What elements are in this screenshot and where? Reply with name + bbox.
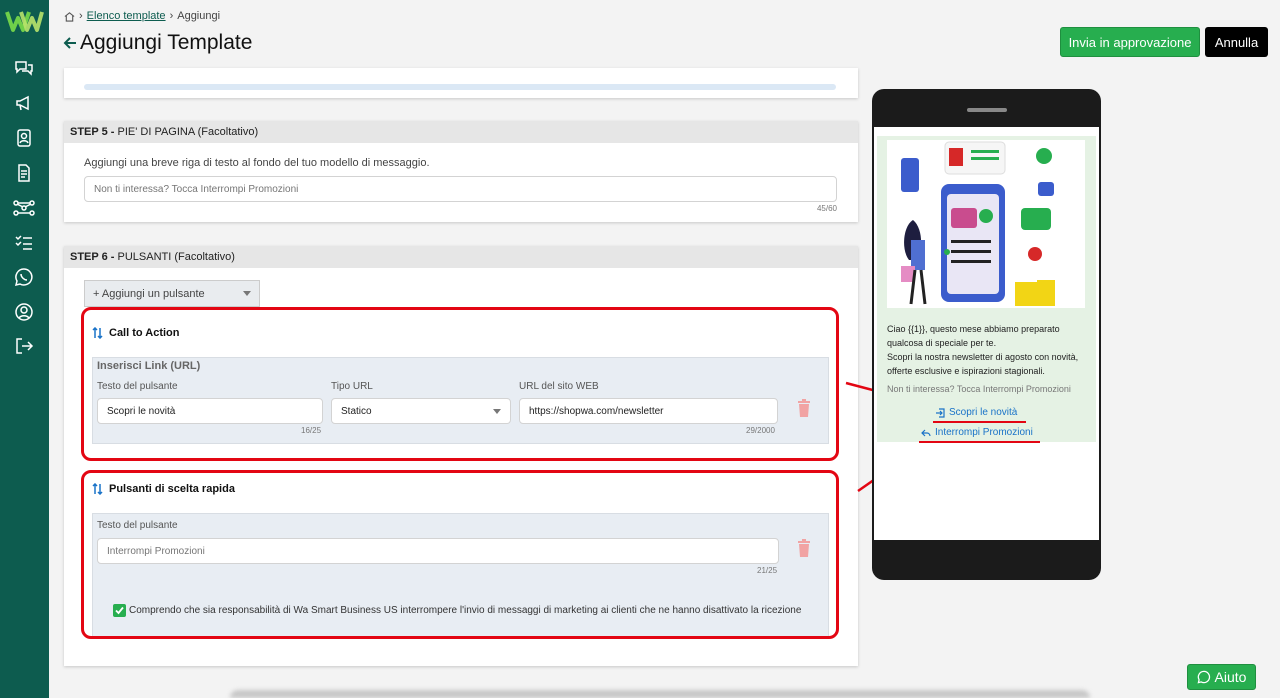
- phone-preview: Ciao {{1}}, questo mese abbiamo preparat…: [872, 89, 1101, 580]
- chevron-right-icon: ›: [79, 10, 83, 22]
- url-type-select[interactable]: Statico: [331, 398, 511, 424]
- document-icon[interactable]: [12, 161, 36, 185]
- trash-icon[interactable]: [797, 399, 811, 417]
- bottom-shadow: [230, 690, 1090, 698]
- reply-icon: [921, 429, 931, 436]
- preview-quick-reply-label: Interrompi Promozioni: [935, 427, 1033, 438]
- quick-reply-text-label: Testo del pulsante: [97, 520, 178, 531]
- website-url-input[interactable]: [519, 398, 778, 424]
- step6-header: STEP 6 - PULSANTI (Facoltativo): [64, 246, 858, 268]
- preview-cta-label: Scopri le novità: [949, 407, 1018, 418]
- preview-footer: Non ti interessa? Tocca Interrompi Promo…: [887, 384, 1071, 394]
- breadcrumb: › Elenco template › Aggiungi: [64, 10, 220, 22]
- url-type-value: Statico: [341, 405, 372, 417]
- message-bubble: Ciao {{1}}, questo mese abbiamo preparat…: [877, 136, 1096, 443]
- quick-reply-underline: [919, 441, 1040, 443]
- step6-number: STEP 6 -: [70, 251, 115, 263]
- sort-arrows-icon[interactable]: [92, 483, 103, 495]
- phone-screen: Ciao {{1}}, questo mese abbiamo preparat…: [874, 127, 1099, 540]
- step5-number: STEP 5 -: [70, 126, 115, 138]
- page-title-text: Aggiungi Template: [80, 31, 253, 54]
- sidebar: [0, 0, 49, 698]
- previous-step-card: [64, 68, 858, 98]
- check-icon: [115, 606, 124, 615]
- footer-input[interactable]: [84, 176, 837, 202]
- submit-approval-button[interactable]: Invia in approvazione: [1060, 27, 1200, 57]
- step5-hint: Aggiungi una breve riga di testo al fond…: [84, 157, 430, 169]
- sort-arrows-icon[interactable]: [92, 327, 103, 339]
- consent-text: Comprendo che sia responsabilità di Wa S…: [129, 605, 802, 616]
- step5-title: PIE' DI PAGINA (Facoltativo): [117, 126, 259, 138]
- contacts-icon[interactable]: [12, 126, 36, 150]
- step6-title: PULSANTI (Facoltativo): [117, 251, 235, 263]
- url-type-label: Tipo URL: [331, 381, 373, 392]
- step5-footer-card: STEP 5 - PIE' DI PAGINA (Facoltativo) Ag…: [64, 121, 858, 222]
- cta-text-label: Testo del pulsante: [97, 381, 178, 392]
- logout-icon[interactable]: [12, 334, 36, 358]
- quick-reply-panel: Testo del pulsante 21/25 Comprendo che s…: [92, 513, 829, 638]
- url-counter: 29/2000: [746, 426, 775, 435]
- cta-title: Call to Action: [109, 327, 180, 339]
- breadcrumb-link-templates[interactable]: Elenco template: [87, 10, 166, 22]
- page-title: Aggiungi Template: [62, 31, 252, 55]
- step6-buttons-card: STEP 6 - PULSANTI (Facoltativo) + Aggiun…: [64, 246, 858, 666]
- cta-text-input[interactable]: [97, 398, 323, 424]
- help-label: Aiuto: [1214, 669, 1247, 685]
- add-button-label: + Aggiungi un pulsante: [93, 287, 205, 300]
- flow-icon[interactable]: [12, 196, 36, 220]
- quick-reply-counter: 21/25: [757, 566, 778, 575]
- consent-checkbox[interactable]: [113, 604, 126, 617]
- quick-reply-title: Pulsanti di scelta rapida: [109, 483, 235, 495]
- wa-logo[interactable]: [4, 6, 44, 36]
- quick-reply-section-title: Pulsanti di scelta rapida: [92, 483, 235, 495]
- cta-underline: [933, 421, 1026, 423]
- cta-section-title: Call to Action: [92, 327, 179, 339]
- whatsapp-icon[interactable]: [12, 265, 36, 289]
- back-arrow-icon[interactable]: [62, 35, 78, 51]
- chevron-right-icon: ›: [169, 10, 174, 22]
- newsletter-illustration: [887, 140, 1085, 308]
- phone-speaker: [967, 108, 1007, 112]
- trash-icon[interactable]: [797, 539, 811, 557]
- home-icon[interactable]: [64, 11, 75, 22]
- footer-counter: 45/60: [816, 204, 837, 213]
- preview-cta-button[interactable]: Scopri le novità: [935, 407, 1017, 418]
- preview-message: Ciao {{1}}, questo mese abbiamo preparat…: [887, 324, 1079, 376]
- caret-down-icon: [493, 408, 501, 414]
- website-url-label: URL del sito WEB: [519, 381, 599, 392]
- external-link-icon: [936, 407, 945, 418]
- megaphone-icon[interactable]: [12, 91, 36, 115]
- step5-header: STEP 5 - PIE' DI PAGINA (Facoltativo): [64, 121, 858, 143]
- cta-link-panel: Inserisci Link (URL) Testo del pulsante …: [92, 357, 829, 444]
- quick-reply-input[interactable]: [97, 538, 779, 564]
- cta-panel-title: Inserisci Link (URL): [97, 360, 201, 372]
- help-button[interactable]: Aiuto: [1187, 664, 1256, 690]
- add-button-dropdown[interactable]: + Aggiungi un pulsante: [84, 280, 260, 307]
- user-icon[interactable]: [12, 300, 36, 324]
- caret-down-icon: [243, 291, 251, 296]
- breadcrumb-current: Aggiungi: [177, 10, 221, 22]
- previous-step-bar: [84, 84, 836, 90]
- preview-quick-reply-button[interactable]: Interrompi Promozioni: [921, 427, 1033, 438]
- cta-text-counter: 16/25: [301, 426, 322, 435]
- chat-icon[interactable]: [12, 56, 36, 80]
- cancel-button[interactable]: Annulla: [1205, 27, 1268, 57]
- whatsapp-icon: [1197, 670, 1210, 684]
- checklist-icon[interactable]: [12, 230, 36, 254]
